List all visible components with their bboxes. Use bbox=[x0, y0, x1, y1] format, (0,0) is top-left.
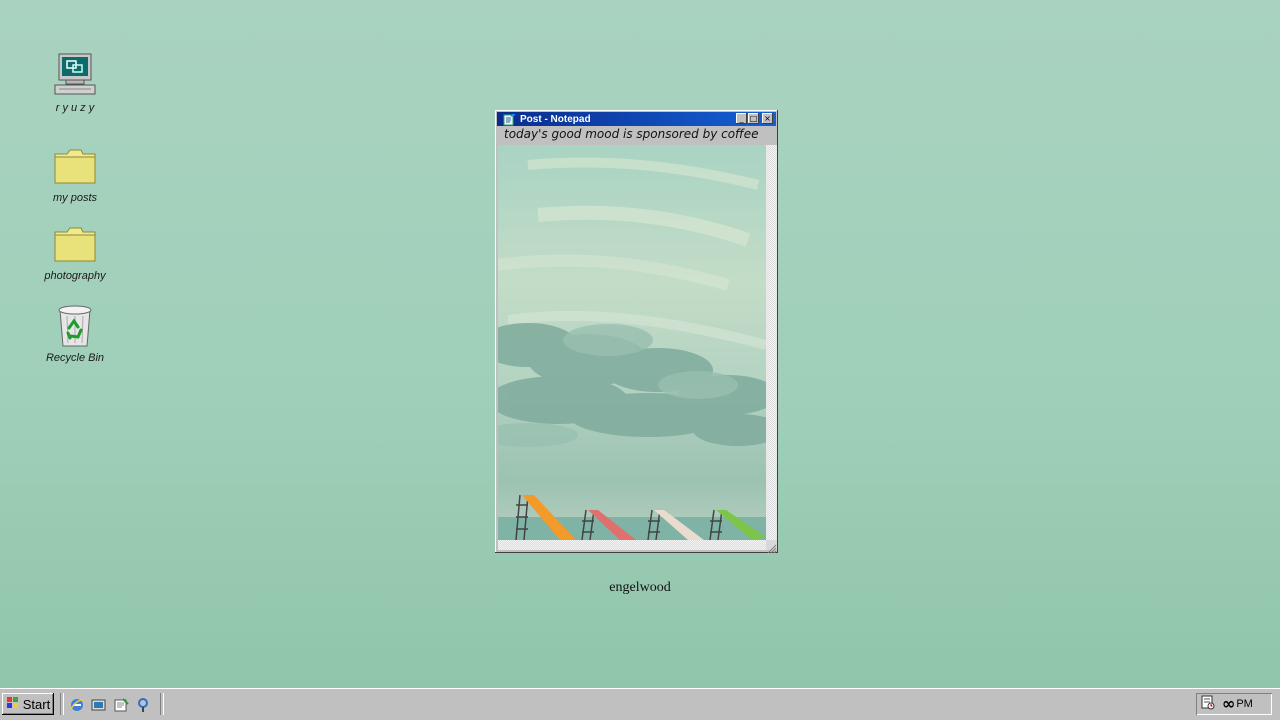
computer-icon bbox=[51, 52, 99, 100]
maximize-button[interactable]: □ bbox=[748, 113, 759, 124]
desktop-icon-label: Recycle Bin bbox=[45, 352, 105, 364]
start-label: Start bbox=[22, 696, 51, 712]
desktop-icon-label: photography bbox=[44, 270, 106, 282]
scheduler-icon[interactable] bbox=[1200, 694, 1216, 715]
outlook-icon[interactable] bbox=[112, 696, 130, 714]
taskbar-separator bbox=[60, 693, 64, 715]
channels-icon[interactable] bbox=[134, 696, 152, 714]
system-tray: ∞ PM bbox=[1196, 693, 1272, 715]
notepad-icon bbox=[503, 113, 516, 126]
taskbar-separator bbox=[160, 693, 164, 715]
photo-credit: engelwood bbox=[609, 580, 671, 595]
clock-suffix: PM bbox=[1236, 698, 1253, 710]
post-photo bbox=[498, 145, 766, 540]
close-button[interactable]: × bbox=[762, 113, 773, 124]
clock[interactable]: ∞ PM bbox=[1222, 694, 1253, 713]
notepad-window[interactable]: Post - Notepad _ □ × today's good mood i… bbox=[495, 110, 778, 554]
desktop-icon-recycle-bin[interactable]: Recycle Bin bbox=[25, 302, 125, 364]
taskbar: Start ∞ PM bbox=[0, 688, 1280, 720]
folder-icon bbox=[51, 220, 99, 268]
desktop-icon-computer[interactable]: r y u z y bbox=[25, 52, 125, 114]
desktop-icon-my-posts[interactable]: my posts bbox=[25, 142, 125, 204]
show-desktop-icon[interactable] bbox=[90, 696, 108, 714]
folder-icon bbox=[51, 142, 99, 190]
desktop-icon-label: r y u z y bbox=[55, 102, 95, 114]
vertical-scrollbar[interactable] bbox=[766, 145, 777, 540]
post-caption: today's good mood is sponsored by coffee bbox=[504, 127, 759, 141]
recycle-bin-icon bbox=[51, 302, 99, 350]
resize-grip-icon[interactable] bbox=[766, 540, 777, 554]
window-titlebar[interactable]: Post - Notepad _ □ × bbox=[497, 112, 776, 126]
minimize-button[interactable]: _ bbox=[736, 113, 747, 124]
window-title: Post - Notepad bbox=[520, 113, 591, 125]
windows-logo-icon bbox=[6, 696, 20, 713]
start-button[interactable]: Start bbox=[2, 693, 54, 715]
ie-icon[interactable] bbox=[68, 696, 86, 714]
desktop-icon-label: my posts bbox=[52, 192, 97, 204]
horizontal-scrollbar[interactable] bbox=[498, 540, 766, 550]
desktop-icon-photography[interactable]: photography bbox=[25, 220, 125, 282]
clock-symbol: ∞ bbox=[1222, 694, 1236, 713]
